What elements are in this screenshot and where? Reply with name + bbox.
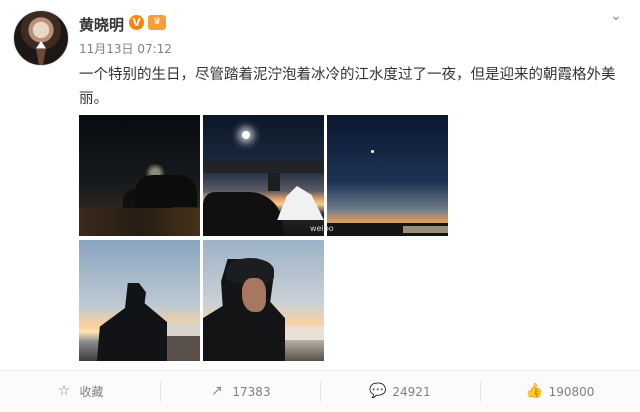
star-icon: ☆	[57, 383, 71, 399]
share-button[interactable]: ↗ 17383	[160, 371, 320, 412]
ground	[79, 208, 200, 236]
share-count: 17383	[232, 384, 271, 399]
share-icon: ↗	[211, 383, 223, 399]
face	[242, 278, 266, 312]
river	[403, 226, 448, 233]
image-night-riverside-crowd[interactable]	[79, 115, 200, 236]
vip-badge-icon: ♛	[148, 15, 166, 30]
favorite-label: 收藏	[79, 385, 104, 399]
verified-badge: V	[129, 15, 144, 30]
avatar-tie	[36, 41, 46, 65]
tent	[277, 186, 324, 220]
favorite-button[interactable]: ☆ 收藏	[0, 371, 160, 412]
image-dawn-sky-star[interactable]	[327, 115, 448, 236]
post-content: 一个特别的生日，尽管踏着泥泞泡着冰冷的江水度过了一夜，但是迎来的朝霞格外美丽。	[79, 67, 616, 107]
like-count: 190800	[548, 384, 595, 399]
comment-count: 24921	[392, 384, 431, 399]
post-time[interactable]: 11月13日 07:12	[79, 40, 172, 57]
username[interactable]: 黄晓明	[79, 14, 124, 35]
thumbs-up-icon: 👍	[525, 383, 544, 399]
image-bridge-sunrise-campsite[interactable]	[203, 115, 324, 236]
person-silhouette	[97, 283, 167, 361]
bridge-pillar	[268, 173, 280, 191]
image-man-in-black-beanie-profile[interactable]	[79, 240, 200, 361]
star	[371, 150, 374, 153]
image-man-closeup-sunrise[interactable]	[203, 240, 324, 361]
street-lamp	[242, 131, 250, 139]
action-bar: ☆ 收藏 ↗ 17383 💬 24921 👍 190800	[0, 370, 640, 412]
like-button[interactable]: 👍 190800	[480, 371, 640, 412]
watermark: weibo	[310, 224, 334, 233]
comment-button[interactable]: 💬 24921	[320, 371, 480, 412]
bridge	[203, 161, 324, 173]
comment-icon: 💬	[369, 383, 387, 399]
chevron-down-icon[interactable]: ⌄	[607, 7, 625, 25]
crowd-silhouette	[135, 175, 197, 207]
avatar[interactable]	[13, 10, 69, 66]
people-silhouette	[203, 192, 283, 236]
